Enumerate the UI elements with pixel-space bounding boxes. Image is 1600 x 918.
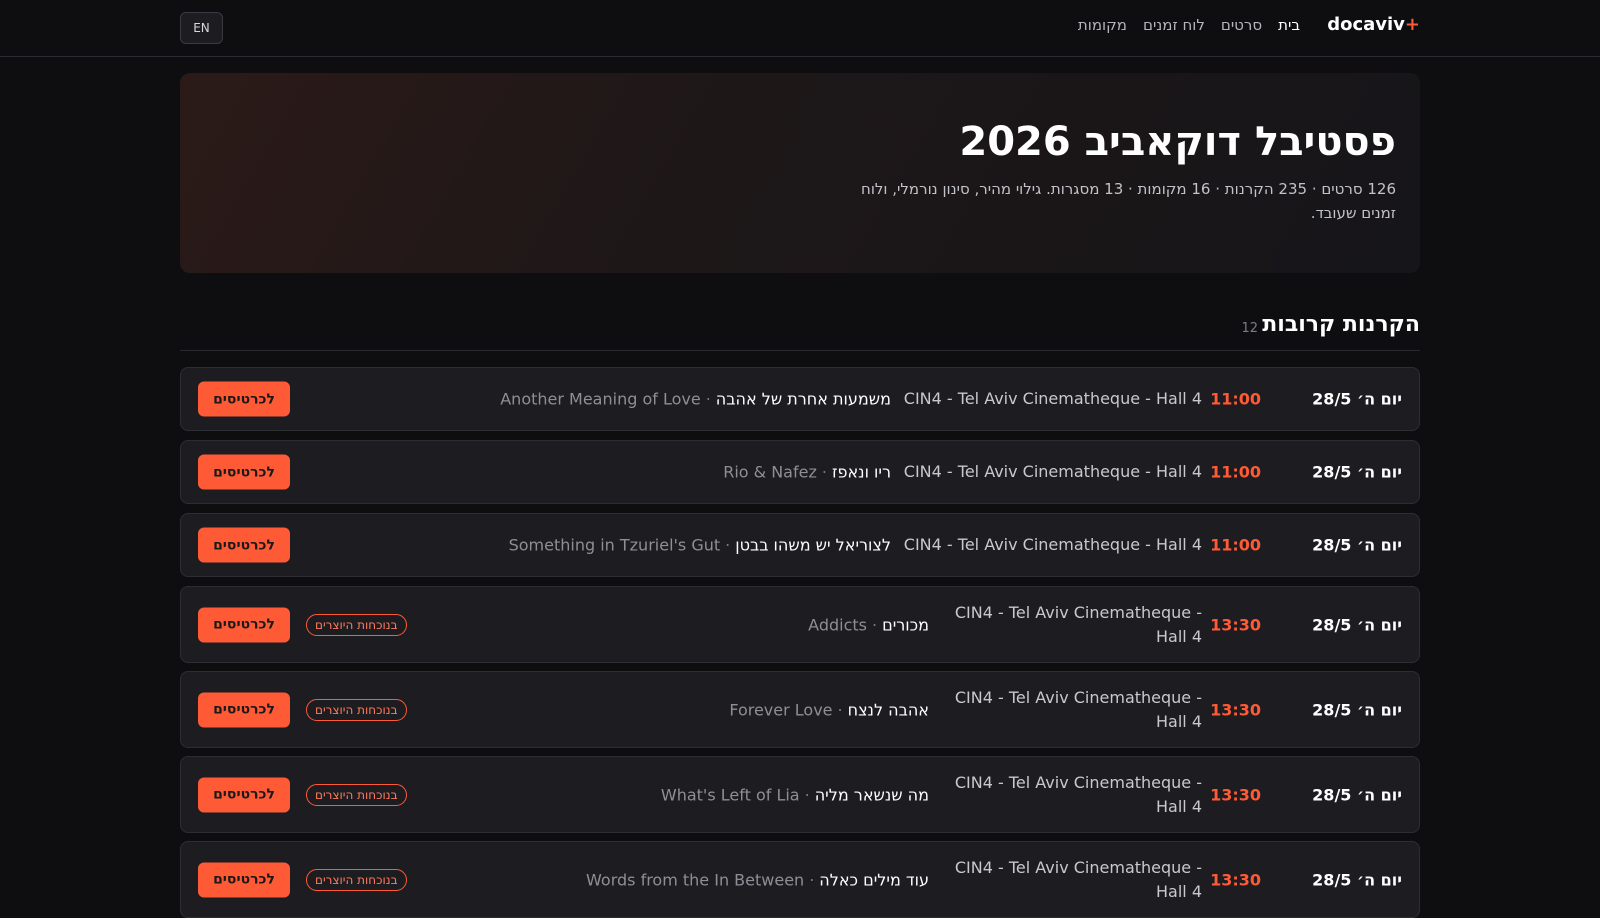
main-nav: בית סרטים לוח זמנים מקומות (1078, 16, 1300, 34)
screening-row: יום ה׳ 28/5 11:00 CIN4 - Tel Aviv Cinema… (180, 513, 1420, 577)
upcoming-section-header: הקרנות קרובות 12 (180, 306, 1420, 351)
screening-date: יום ה׳ 28/5 (1312, 870, 1402, 889)
screening-venue: CIN4 - Tel Aviv Cinematheque - Hall 4 (903, 535, 1202, 554)
filmmakers-present-badge: בנוכחות היוצרים (306, 698, 407, 721)
nav-link-films[interactable]: סרטים (1221, 16, 1262, 34)
film-title[interactable]: אהבה לנצח·Forever Love (729, 700, 929, 719)
nav-link-schedule[interactable]: לוח זמנים (1143, 16, 1205, 34)
film-title[interactable]: משמעות אחרת של אהבה·Another Meaning of L… (500, 390, 891, 409)
film-title-hebrew: אהבה לנצח (847, 700, 929, 719)
brand-name: docaviv (1327, 14, 1405, 35)
hero-subtitle: 126 סרטים · 235 הקרנות · 16 מקומות · 13 … (861, 180, 1396, 222)
screening-row: יום ה׳ 28/5 11:00 CIN4 - Tel Aviv Cinema… (180, 367, 1420, 431)
film-title[interactable]: לצוריאל יש משהו בבטן·Something in Tzurie… (509, 536, 891, 555)
title-separator: · (809, 870, 815, 889)
screening-date: יום ה׳ 28/5 (1312, 785, 1402, 804)
section-title: הקרנות קרובות (1262, 312, 1420, 337)
top-navbar: docaviv+ בית סרטים לוח זמנים מקומות EN (0, 0, 1600, 57)
screening-date: יום ה׳ 28/5 (1312, 389, 1402, 409)
hero-title: פסטיבל דוקאביב 2026 (959, 119, 1396, 165)
screening-time: 11:00 (1210, 389, 1261, 409)
screening-time: 11:00 (1210, 462, 1261, 482)
brand-plus: + (1404, 14, 1420, 35)
screening-date: יום ה׳ 28/5 (1312, 462, 1402, 482)
tickets-button[interactable]: לכרטיסים (198, 862, 290, 897)
screening-venue: CIN4 - Tel Aviv Cinematheque - Hall 4 (954, 602, 1202, 646)
film-title-hebrew: ריו ונאפז (831, 462, 891, 482)
screening-venue: CIN4 - Tel Aviv Cinematheque - Hall 4 (903, 462, 1202, 481)
filmmakers-present-badge: בנוכחות היוצרים (306, 868, 407, 891)
filmmakers-present-badge: בנוכחות היוצרים (306, 613, 407, 636)
film-title-english: Words from the In Between (586, 870, 805, 889)
tickets-button[interactable]: לכרטיסים (198, 777, 290, 812)
screening-venue: CIN4 - Tel Aviv Cinematheque - Hall 4 (903, 389, 1202, 408)
screening-date: יום ה׳ 28/5 (1312, 615, 1402, 634)
film-title-hebrew: מכורים (882, 615, 929, 634)
film-title-hebrew: עוד מילים כאלה (819, 870, 929, 889)
film-title-hebrew: מה שנשאר מליה (814, 785, 929, 804)
nav-link-home[interactable]: בית (1278, 16, 1300, 34)
film-title-english: What's Left of Lia (660, 785, 800, 804)
language-toggle-button[interactable]: EN (180, 12, 223, 44)
film-title-english: Addicts (808, 615, 867, 634)
film-title-english: Something in Tzuriel's Gut (508, 535, 721, 555)
title-separator: · (725, 535, 731, 555)
screening-row: יום ה׳ 28/5 13:30 CIN4 - Tel Aviv Cinema… (180, 671, 1420, 748)
screening-time: 13:30 (1210, 870, 1261, 889)
film-title-english: Another Meaning of Love (500, 389, 701, 409)
film-title-hebrew: לצוריאל יש משהו בבטן (735, 535, 891, 555)
film-title[interactable]: מה שנשאר מליה·What's Left of Lia (661, 785, 929, 804)
film-title-english: Forever Love (729, 700, 833, 719)
title-separator: · (871, 615, 878, 634)
screening-row: יום ה׳ 28/5 13:30 CIN4 - Tel Aviv Cinema… (180, 586, 1420, 663)
screening-venue: CIN4 - Tel Aviv Cinematheque - Hall 4 (954, 772, 1202, 816)
screening-time: 13:30 (1210, 700, 1261, 719)
screening-row: יום ה׳ 28/5 11:00 CIN4 - Tel Aviv Cinema… (180, 440, 1420, 504)
title-separator: · (705, 389, 711, 409)
tickets-button[interactable]: לכרטיסים (198, 692, 290, 727)
screening-row: יום ה׳ 28/5 13:30 CIN4 - Tel Aviv Cinema… (180, 841, 1420, 918)
screening-row: יום ה׳ 28/5 13:30 CIN4 - Tel Aviv Cinema… (180, 756, 1420, 833)
screening-venue: CIN4 - Tel Aviv Cinematheque - Hall 4 (954, 857, 1202, 901)
film-title[interactable]: ריו ונאפז·Rio & Nafez (723, 463, 891, 482)
nav-link-venues[interactable]: מקומות (1078, 16, 1127, 34)
brand-logo[interactable]: docaviv+ (1327, 14, 1420, 35)
title-separator: · (837, 700, 843, 719)
title-separator: · (821, 462, 827, 482)
filmmakers-present-badge: בנוכחות היוצרים (306, 783, 407, 806)
section-count: 12 (1241, 321, 1258, 336)
screening-date: יום ה׳ 28/5 (1312, 535, 1402, 555)
tickets-button[interactable]: לכרטיסים (198, 607, 290, 642)
hero-banner: פסטיבל דוקאביב 2026 126 סרטים · 235 הקרנ… (180, 73, 1420, 273)
screening-time: 13:30 (1210, 785, 1261, 804)
film-title[interactable]: מכורים·Addicts (808, 615, 929, 634)
tickets-button[interactable]: לכרטיסים (198, 381, 290, 417)
title-separator: · (804, 785, 810, 804)
film-title-hebrew: משמעות אחרת של אהבה (715, 389, 891, 409)
film-title-english: Rio & Nafez (723, 462, 817, 482)
tickets-button[interactable]: לכרטיסים (198, 527, 290, 563)
screening-date: יום ה׳ 28/5 (1312, 700, 1402, 719)
screening-time: 11:00 (1210, 535, 1261, 555)
tickets-button[interactable]: לכרטיסים (198, 454, 290, 490)
screening-venue: CIN4 - Tel Aviv Cinematheque - Hall 4 (954, 687, 1202, 731)
screening-time: 13:30 (1210, 615, 1261, 634)
film-title[interactable]: עוד מילים כאלה·Words from the In Between (586, 870, 929, 889)
